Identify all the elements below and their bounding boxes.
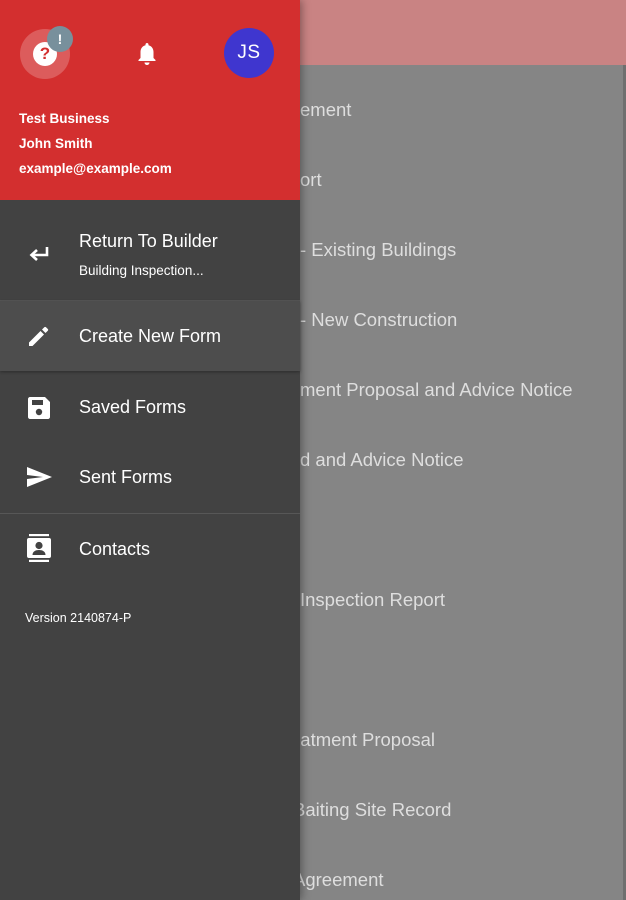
notification-badge: ! (47, 26, 73, 52)
contacts-label: Contacts (79, 539, 151, 559)
avatar[interactable]: JS (224, 28, 274, 78)
background-list-item: ment Proposal and Advice Notice (300, 379, 573, 400)
background-list-item: - New Construction (300, 309, 458, 330)
saved-forms-item[interactable]: Saved Forms (0, 372, 300, 442)
pencil-icon (29, 326, 49, 346)
create-new-form-label: Create New Form (79, 326, 222, 346)
background-list-item: d and Advice Notice (300, 449, 464, 470)
business-name: Test Business (19, 111, 110, 126)
contacts-icon (27, 534, 51, 562)
background-list-item: ort (300, 169, 322, 190)
current-form-name: Building Inspection... (79, 263, 204, 278)
send-icon (27, 467, 52, 487)
return-icon (29, 247, 49, 261)
save-icon (28, 397, 50, 419)
create-new-form-item[interactable]: Create New Form (0, 301, 300, 371)
sent-forms-label: Sent Forms (79, 467, 173, 487)
background-list-item: ement (300, 99, 352, 120)
bell-icon[interactable] (135, 41, 159, 67)
return-to-builder-item[interactable]: Return To Builder Building Inspection... (0, 200, 300, 300)
drawer-header: ? ! JS Test Business John Smith example@… (0, 0, 300, 200)
saved-forms-label: Saved Forms (79, 397, 187, 417)
user-email: example@example.com (19, 161, 172, 176)
contacts-item[interactable]: Contacts (0, 514, 300, 584)
background-list-item: Inspection Report (300, 589, 446, 610)
return-to-builder-label: Return To Builder (79, 231, 218, 251)
background-list-item: eatment Proposal (290, 729, 436, 750)
user-name: John Smith (19, 136, 93, 151)
app-window: ement ort - Existing Buildings - New Con… (0, 0, 626, 900)
version-label: Version 2140874-P (25, 611, 132, 625)
sent-forms-item[interactable]: Sent Forms (0, 442, 300, 512)
background-list-item: - Existing Buildings (300, 239, 457, 260)
background-list-item: Baiting Site Record (293, 799, 452, 820)
navigation-drawer: ? ! JS Test Business John Smith example@… (0, 0, 300, 900)
background-list-item: Agreement (293, 869, 384, 890)
